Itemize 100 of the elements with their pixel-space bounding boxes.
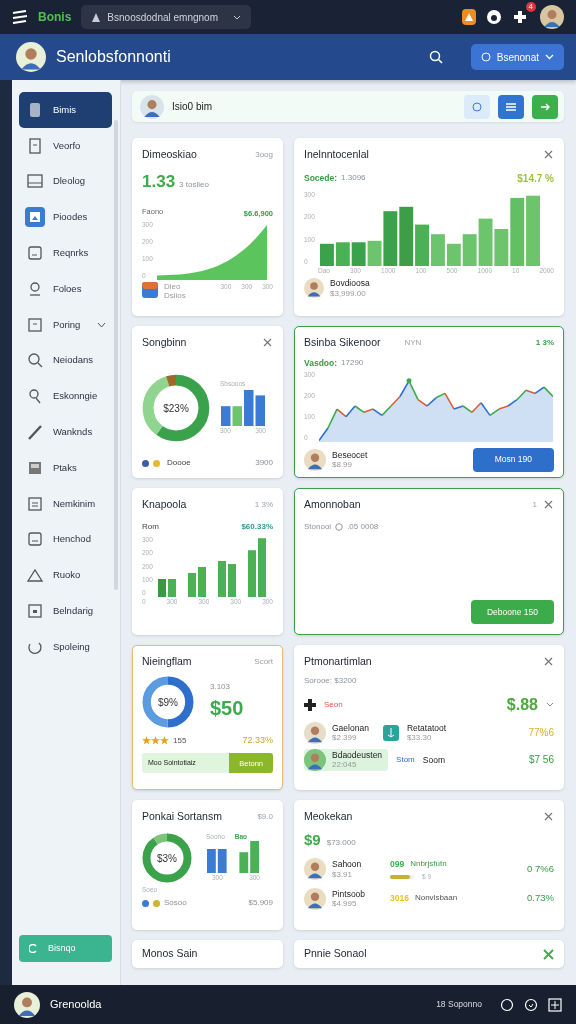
action-button[interactable]: Mosn 190: [472, 447, 554, 472]
chart-bar: [319, 243, 334, 266]
chart-bar: [399, 206, 414, 266]
toolbar-button[interactable]: [532, 94, 558, 119]
avatar: [304, 887, 326, 910]
chevron-icon: [233, 14, 242, 20]
chart-bar: [232, 406, 242, 427]
total-value: $5.909: [248, 897, 273, 910]
percentage-label: $3%: [157, 851, 177, 866]
user-name: Grenoolda: [50, 997, 103, 1013]
percentage-label: $23%: [163, 401, 189, 416]
anchor-icon: [382, 724, 399, 741]
chart-bar: [217, 560, 226, 597]
card-title: Meokekan: [304, 809, 354, 824]
stat-value: $.88: [506, 694, 538, 715]
card-subtitle: Sorooe: $3200: [304, 674, 358, 687]
add-icon[interactable]: [548, 997, 562, 1012]
list-row[interactable]: Bdaodeusten 22:045: [304, 748, 389, 771]
toolbar-button[interactable]: [498, 94, 524, 119]
sidebar-item[interactable]: Pioodes: [18, 199, 112, 236]
footer-title: Dleo: [164, 281, 182, 292]
sidebar-item[interactable]: Nemkinim: [18, 485, 112, 522]
sidebar-item[interactable]: Veorfo: [18, 127, 112, 164]
person-name: Sahoon: [332, 859, 363, 870]
avatar: [140, 94, 164, 119]
card-meta: 1 3%: [254, 498, 273, 511]
close-icon[interactable]: [543, 948, 554, 960]
check-icon[interactable]: [524, 997, 538, 1012]
legend-dot: [153, 459, 160, 467]
circle-icon[interactable]: [486, 9, 502, 25]
circle-icon[interactable]: [500, 997, 514, 1012]
star-icon: [151, 736, 160, 745]
stat-note: 3 toslieo: [179, 178, 209, 191]
sidebar-item[interactable]: Bimis: [18, 92, 112, 128]
notification-badge: 4: [525, 2, 536, 12]
list-icon: [505, 100, 517, 113]
sidebar-item[interactable]: Foloes: [18, 271, 112, 307]
card-title: Amonnoban: [304, 497, 362, 512]
chart-bar: [227, 563, 236, 597]
card-title: Pnnie Sonaol: [304, 946, 368, 962]
sidebar-item[interactable]: Henchod: [18, 521, 112, 558]
chart-bar: [414, 224, 429, 266]
close-icon[interactable]: [543, 499, 554, 511]
code-label: 099: [390, 858, 405, 871]
sidebar-item[interactable]: Dleolog: [18, 163, 112, 200]
amount-text: $4.995: [332, 898, 358, 909]
person-name: Bovdioosa: [330, 278, 370, 289]
close-icon[interactable]: [543, 149, 554, 161]
avatar: [304, 748, 326, 771]
search-icon[interactable]: [428, 50, 443, 64]
account-button[interactable]: Bsenonat: [470, 44, 564, 70]
card-title: Dimeoskiao: [142, 147, 198, 162]
card-meta: 1: [532, 498, 537, 511]
change-value: $7 56: [528, 753, 554, 768]
list-row[interactable]: Gaelonan $2.399: [304, 721, 375, 744]
sidebar-item[interactable]: Reqnrks: [18, 235, 112, 271]
card-meta: NYN: [403, 336, 423, 349]
card-meta: 3oog: [255, 148, 273, 161]
sidebar-item[interactable]: Neiodans: [18, 342, 112, 379]
sidebar-item[interactable]: Poring: [18, 306, 112, 343]
chevron-icon[interactable]: [546, 702, 554, 708]
close-icon[interactable]: [262, 337, 273, 349]
donut-chart: [142, 675, 194, 728]
change-value: 72.33%: [242, 733, 273, 747]
tag-label: Seon: [324, 698, 344, 711]
app-icon[interactable]: [462, 9, 476, 25]
legend-label: Doooe: [167, 457, 192, 469]
sidebar-item[interactable]: Ptaks: [18, 449, 112, 486]
toolbar-button[interactable]: [464, 94, 490, 119]
card-title: Ponkai Sortansm: [142, 809, 223, 824]
app-icon: [142, 281, 158, 298]
avatar: [304, 721, 326, 744]
chart-bar: [255, 395, 265, 427]
stat-value: 17290: [341, 356, 364, 369]
stat-label: Rom: [142, 520, 159, 533]
card-meta: $9.0: [257, 810, 273, 823]
total-value: 3900: [255, 457, 273, 469]
item-label: Nnbrjsfutn: [410, 858, 447, 871]
stat-value: $9: [304, 829, 321, 850]
logo-icon: [12, 10, 28, 24]
sidebar-item[interactable]: Ruoko: [18, 557, 112, 594]
chart-bar: [247, 549, 256, 597]
legend-label: Sosoo: [164, 897, 188, 910]
stat-label: Socede:: [304, 171, 338, 185]
sidebar-item[interactable]: Spoleing: [18, 628, 112, 665]
chart-bar: [525, 195, 540, 266]
card-title: Nieingflam: [142, 654, 193, 669]
code-label: 3016: [390, 892, 409, 905]
amount-text: $3.91: [332, 869, 354, 880]
sidebar-item[interactable]: Wanknds: [18, 414, 112, 450]
avatar: [540, 5, 564, 29]
card-title: Ptmonartimlan: [304, 654, 373, 669]
search-field[interactable]: Bsnoosdodnal emngnom: [81, 5, 252, 29]
sidebar-item[interactable]: Eskonngie: [18, 378, 112, 415]
close-icon[interactable]: [543, 811, 554, 823]
amount-text: $2.399: [332, 733, 358, 743]
close-icon[interactable]: [543, 656, 554, 668]
sidebar-item[interactable]: Belndarig: [18, 593, 112, 629]
amount-text: $33.30: [406, 733, 433, 743]
star-icon: [160, 736, 169, 745]
